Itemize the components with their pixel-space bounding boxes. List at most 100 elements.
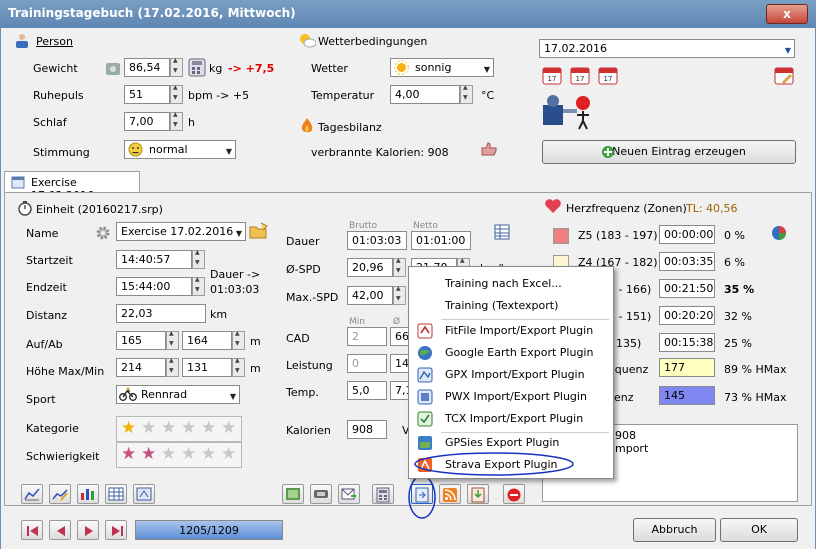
star-empty-icon[interactable]: ★ (141, 420, 156, 437)
star-filled-icon[interactable]: ★ (141, 446, 156, 463)
spd-brutto-spinner[interactable] (393, 257, 406, 277)
calendar-icon[interactable]: 17 (598, 65, 618, 85)
cad-min-input[interactable]: 2 (347, 327, 387, 346)
temperatur-spinner[interactable] (460, 84, 473, 104)
startzeit-spinner[interactable] (192, 249, 205, 269)
close-button[interactable]: x (766, 4, 808, 24)
menu-item-google-earth[interactable]: Google Earth Export Plugin (445, 346, 593, 359)
calendar-icon[interactable]: 17 (570, 65, 590, 85)
menu-item-fitfile[interactable]: FitFile Import/Export Plugin (445, 324, 593, 337)
hoehe-min-spinner[interactable] (232, 357, 245, 377)
neuer-eintrag-button[interactable]: Neuen Eintrag erzeugen (542, 140, 796, 164)
kalorien-input[interactable]: 908 (347, 420, 387, 439)
zone-time-field[interactable]: 00:00:00 (659, 225, 715, 244)
previous-record-button[interactable] (49, 520, 71, 540)
zone-time-field[interactable]: 00:21:50 (659, 279, 715, 298)
hf-max-input[interactable]: 177 (659, 358, 715, 377)
auf-spinner[interactable] (166, 330, 179, 350)
device-button[interactable] (310, 484, 332, 504)
maxspd-spinner[interactable] (393, 285, 406, 305)
pie-chart-icon[interactable] (770, 224, 788, 242)
star-empty-icon[interactable]: ★ (161, 446, 176, 463)
import-button[interactable] (467, 484, 489, 504)
schlaf-spinner[interactable] (170, 111, 183, 131)
menu-item-tcx[interactable]: TCX Import/Export Plugin (445, 412, 583, 425)
next-record-button[interactable] (77, 520, 99, 540)
menu-item-gpx[interactable]: GPX Import/Export Plugin (445, 368, 585, 381)
rss-button[interactable] (439, 484, 461, 504)
device-icon (314, 490, 328, 498)
bar-chart-button[interactable] (77, 484, 99, 504)
endzeit-spinner[interactable] (192, 276, 205, 296)
zone-time-field[interactable]: 00:15:38 (659, 333, 715, 352)
hoehe-max-spinner[interactable] (166, 357, 179, 377)
hoehe-min-input[interactable]: 131 (182, 358, 232, 377)
scale-icon[interactable] (104, 59, 122, 77)
gewicht-spinner[interactable] (170, 57, 183, 77)
schlaf-input[interactable]: 7,00 (124, 112, 170, 131)
chart-edit-button[interactable] (49, 484, 71, 504)
menu-item-pwx[interactable]: PWX Import/Export Plugin (445, 390, 587, 403)
star-empty-icon[interactable]: ★ (181, 420, 196, 437)
ab-input[interactable]: 164 (182, 331, 232, 350)
calendar-icon[interactable]: 17 (542, 65, 562, 85)
tab-exercise[interactable]: Exercise 17.02.2016 (4, 171, 140, 202)
zone-time-field[interactable]: 00:20:20 (659, 306, 715, 325)
delete-button[interactable] (503, 484, 525, 504)
star-empty-icon[interactable]: ★ (201, 446, 216, 463)
hf-avg-input[interactable]: 145 (659, 386, 715, 405)
aufab-label: Auf/Ab (26, 338, 63, 351)
min-label: Min (349, 317, 365, 327)
menu-item-gpsies[interactable]: GPSies Export Plugin (445, 436, 559, 449)
zone-time-field[interactable]: 00:03:35 (659, 252, 715, 271)
lap-button[interactable] (133, 484, 155, 504)
gpx-icon (417, 367, 433, 383)
name-select[interactable]: Exercise 17.02.2016 ▼ (116, 222, 246, 241)
dauer-brutto-input[interactable]: 01:03:03 (347, 231, 407, 250)
auf-input[interactable]: 165 (116, 331, 166, 350)
first-record-button[interactable] (21, 520, 43, 540)
hoehe-max-input[interactable]: 214 (116, 358, 166, 377)
ruhepuls-input[interactable]: 51 (124, 85, 170, 104)
gewicht-input[interactable]: 86,54 (124, 58, 170, 77)
ok-button[interactable]: OK (720, 518, 798, 542)
maxspd-brutto-input[interactable]: 42,00 (347, 286, 393, 305)
gear-icon[interactable] (94, 224, 112, 242)
folder-icon[interactable] (249, 222, 269, 240)
ab-spinner[interactable] (232, 330, 245, 350)
star-empty-icon[interactable]: ★ (161, 420, 176, 437)
kategorie-rating[interactable]: ★ ★ ★ ★ ★ ★ (116, 416, 242, 442)
temperatur-input[interactable]: 4,00 (390, 85, 460, 104)
chart-line-button[interactable] (21, 484, 43, 504)
star-empty-icon[interactable]: ★ (201, 420, 216, 437)
endzeit-input[interactable]: 15:44:00 (116, 277, 192, 296)
last-record-button[interactable] (105, 520, 127, 540)
calendar-edit-icon[interactable] (774, 65, 794, 85)
menu-item-textexport[interactable]: Training (Textexport) (445, 299, 558, 312)
table-button[interactable] (105, 484, 127, 504)
map-button[interactable] (282, 484, 304, 504)
leistung-min-input[interactable]: 0 (347, 354, 387, 373)
distanz-input[interactable]: 22,03 (116, 304, 206, 323)
date-select[interactable]: 17.02.2016 ▼ (539, 39, 795, 58)
dauer-netto-input[interactable]: 01:01:00 (411, 231, 471, 250)
table-icon[interactable] (494, 224, 510, 240)
spd-brutto-input[interactable]: 20,96 (347, 258, 393, 277)
star-empty-icon[interactable]: ★ (221, 446, 236, 463)
menu-item-excel[interactable]: Training nach Excel... (445, 277, 562, 290)
star-empty-icon[interactable]: ★ (221, 420, 236, 437)
star-empty-icon[interactable]: ★ (181, 446, 196, 463)
star-filled-icon[interactable]: ★ (121, 446, 136, 463)
abbruch-button[interactable]: Abbruch (633, 518, 716, 542)
star-filled-icon[interactable]: ★ (121, 420, 136, 437)
ruhepuls-spinner[interactable] (170, 84, 183, 104)
temp-min-input[interactable]: 5,0 (347, 381, 387, 400)
calculator-button[interactable] (372, 484, 394, 504)
calculator-icon[interactable] (188, 58, 206, 77)
send-button[interactable] (338, 484, 360, 504)
hand-icon[interactable] (480, 141, 498, 157)
schwierigkeit-rating[interactable]: ★ ★ ★ ★ ★ ★ (116, 442, 242, 468)
startzeit-input[interactable]: 14:40:57 (116, 250, 192, 269)
flame-icon (301, 118, 313, 133)
line-chart-icon (24, 488, 40, 501)
